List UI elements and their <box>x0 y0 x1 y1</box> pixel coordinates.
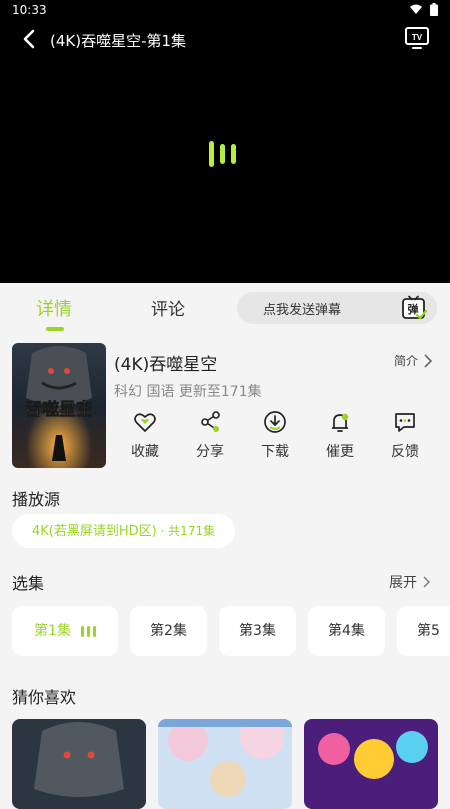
share-icon <box>201 411 220 432</box>
expand-label: 展开 <box>389 575 417 591</box>
loading-indicator-icon <box>209 141 236 167</box>
share-label: 分享 <box>196 444 224 460</box>
favorite-label: 收藏 <box>131 444 159 460</box>
battery-icon <box>430 3 438 16</box>
tv-cast-icon[interactable]: TV <box>404 25 430 51</box>
video-title: (4K)吞噬星空-第1集 <box>50 32 187 50</box>
source-name: 4K(若黑屏请到HD区) <box>32 524 157 539</box>
danmu-input[interactable]: 点我发送弹幕 弹 <box>237 292 437 324</box>
tab-detail[interactable]: 详情 <box>36 295 72 321</box>
episode-list: 第1集 第2集 第3集 第4集 第5 <box>12 606 450 658</box>
source-count: · 共171集 <box>156 524 216 538</box>
synopsis-button[interactable]: 简介 <box>394 352 432 369</box>
show-poster[interactable]: 吞噬星空 <box>12 343 106 468</box>
share-button[interactable]: 分享 <box>187 410 233 461</box>
detail-panel: 详情 评论 点我发送弹幕 弹 吞噬星空 (4K)吞噬星空 简介 科幻 国语 更新… <box>0 283 450 809</box>
feedback-label: 反馈 <box>391 444 419 460</box>
danmu-icon[interactable]: 弹 <box>401 295 427 321</box>
danmu-placeholder: 点我发送弹幕 <box>263 303 342 318</box>
episode-label: 第3集 <box>239 623 276 639</box>
recommend-thumbnail <box>12 719 146 809</box>
show-title: (4K)吞噬星空 <box>114 355 218 375</box>
episode-label: 第4集 <box>328 623 365 639</box>
recommend-thumbnail <box>304 719 438 809</box>
playing-indicator-icon <box>80 625 96 637</box>
danmu-icon-text: 弹 <box>408 302 419 316</box>
player-top-bar: (4K)吞噬星空-第1集 TV <box>0 22 450 56</box>
recommend-list <box>12 719 450 809</box>
episode-label: 第2集 <box>150 623 187 639</box>
episode-item-3[interactable]: 第3集 <box>219 606 296 656</box>
episodes-heading: 选集 <box>12 574 45 593</box>
download-icon <box>264 411 286 433</box>
urge-update-button[interactable]: 催更 <box>317 410 363 461</box>
poster-title-text: 吞噬星空 <box>25 399 93 420</box>
poster-image: 吞噬星空 <box>12 343 106 468</box>
heart-icon <box>134 413 156 432</box>
feedback-button[interactable]: 反馈 <box>382 410 428 461</box>
download-label: 下载 <box>261 444 289 460</box>
episode-item-4[interactable]: 第4集 <box>308 606 385 656</box>
recommend-card[interactable] <box>304 719 438 809</box>
recommend-heading: 猜你喜欢 <box>12 688 77 707</box>
episode-label: 第1集 <box>34 623 71 639</box>
favorite-button[interactable]: 收藏 <box>122 410 168 461</box>
show-meta: 科幻 国语 更新至171集 <box>114 384 262 400</box>
status-time: 10:33 <box>12 3 47 17</box>
urge-update-label: 催更 <box>326 444 354 460</box>
recommend-card[interactable] <box>158 719 292 809</box>
tab-comments[interactable]: 评论 <box>151 295 185 320</box>
back-arrow-icon[interactable] <box>18 26 42 52</box>
recommend-card[interactable] <box>12 719 146 809</box>
svg-text:TV: TV <box>412 33 423 42</box>
wifi-icon <box>410 4 422 14</box>
source-heading: 播放源 <box>12 490 61 509</box>
bell-icon <box>332 413 349 432</box>
episode-label: 第5 <box>417 623 440 639</box>
action-bar: 收藏 分享 下载 催更 反馈 <box>114 410 444 470</box>
status-icons <box>410 3 438 16</box>
active-tab-indicator <box>46 327 64 331</box>
recommend-thumbnail <box>158 719 292 809</box>
chevron-right-icon <box>423 576 430 588</box>
download-button[interactable]: 下载 <box>252 410 298 461</box>
episode-item-1[interactable]: 第1集 <box>12 606 118 656</box>
synopsis-label: 简介 <box>393 354 418 368</box>
source-chip[interactable]: 4K(若黑屏请到HD区) · 共171集 <box>12 514 236 548</box>
episode-item-2[interactable]: 第2集 <box>130 606 207 656</box>
feedback-icon <box>395 413 415 432</box>
video-player[interactable]: 10:33 (4K)吞噬星空-第1集 TV <box>0 0 450 283</box>
episode-item-5[interactable]: 第5 <box>397 606 450 656</box>
chevron-right-icon <box>424 353 432 368</box>
expand-button[interactable]: 展开 <box>389 572 430 592</box>
